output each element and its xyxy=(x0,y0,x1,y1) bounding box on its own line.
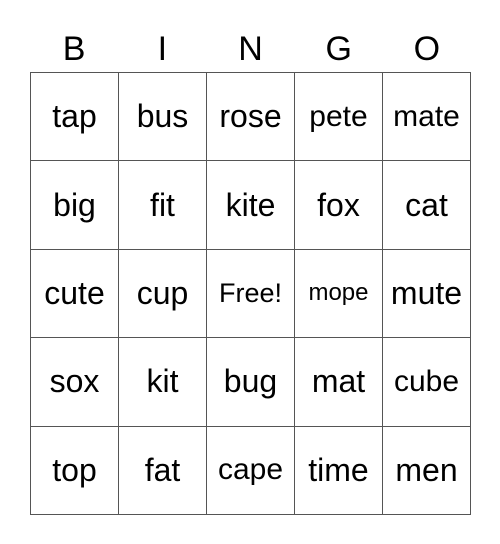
bingo-cell[interactable]: mat xyxy=(295,338,383,427)
free-space-cell[interactable]: Free! xyxy=(207,249,295,339)
bingo-cell[interactable]: big xyxy=(31,161,119,250)
bingo-cell[interactable]: cape xyxy=(207,426,295,515)
header-letter-o: O xyxy=(413,30,441,68)
bingo-grid: tap bus rose pete mate big fit kite fox cat cute cu… xyxy=(30,72,471,515)
bingo-cell[interactable]: fox xyxy=(295,161,383,250)
bingo-cell[interactable]: cute xyxy=(31,249,119,339)
header-letter-b: B xyxy=(62,30,86,68)
bingo-cell[interactable]: fit xyxy=(119,161,207,250)
header-letter-n: N xyxy=(238,30,263,68)
header-letter-g: G xyxy=(325,30,352,68)
bingo-cell[interactable]: top xyxy=(31,426,119,515)
bingo-cell[interactable]: bug xyxy=(207,338,295,427)
bingo-cell[interactable]: kite xyxy=(207,161,295,250)
bingo-cell[interactable]: cube xyxy=(383,338,471,427)
bingo-cell[interactable]: kit xyxy=(119,338,207,427)
bingo-cell[interactable]: mope xyxy=(295,249,383,339)
header-letter-i: I xyxy=(157,30,168,68)
bingo-cell[interactable]: men xyxy=(383,426,471,515)
bingo-cell[interactable]: fat xyxy=(119,426,207,515)
bingo-cell[interactable]: mate xyxy=(383,73,471,162)
bingo-cell[interactable]: time xyxy=(295,426,383,515)
bingo-cell[interactable]: pete xyxy=(295,73,383,162)
bingo-header: B I N G O xyxy=(30,26,471,72)
bingo-cell[interactable]: cup xyxy=(119,249,207,339)
bingo-cell[interactable]: bus xyxy=(119,73,207,162)
bingo-cell[interactable]: rose xyxy=(207,73,295,162)
bingo-cell[interactable]: sox xyxy=(31,338,119,427)
bingo-cell[interactable]: cat xyxy=(383,161,471,250)
bingo-cell[interactable]: tap xyxy=(31,73,119,162)
bingo-cell[interactable]: mute xyxy=(383,249,471,339)
